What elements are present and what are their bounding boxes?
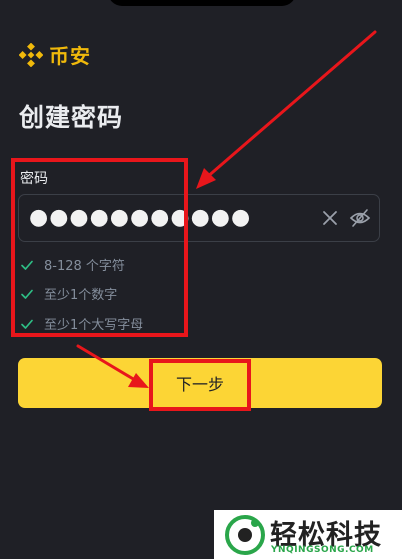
watermark-en-text: YNQINGSONG.COM bbox=[271, 545, 374, 555]
eye-off-icon[interactable] bbox=[349, 208, 371, 228]
brand-logo: 币安 bbox=[19, 40, 91, 69]
phone-notch bbox=[108, 0, 296, 6]
brand-name: 币安 bbox=[49, 44, 91, 68]
annotation-box-next bbox=[149, 359, 251, 411]
binance-logo-icon bbox=[19, 42, 43, 67]
watermark-logo-icon bbox=[225, 515, 265, 555]
close-icon[interactable] bbox=[321, 209, 339, 227]
arrow-to-password bbox=[196, 30, 377, 189]
watermark: 轻松科技 YNQINGSONG.COM bbox=[214, 510, 402, 559]
page-title: 创建密码 bbox=[19, 103, 124, 132]
annotation-box-password bbox=[11, 158, 188, 337]
